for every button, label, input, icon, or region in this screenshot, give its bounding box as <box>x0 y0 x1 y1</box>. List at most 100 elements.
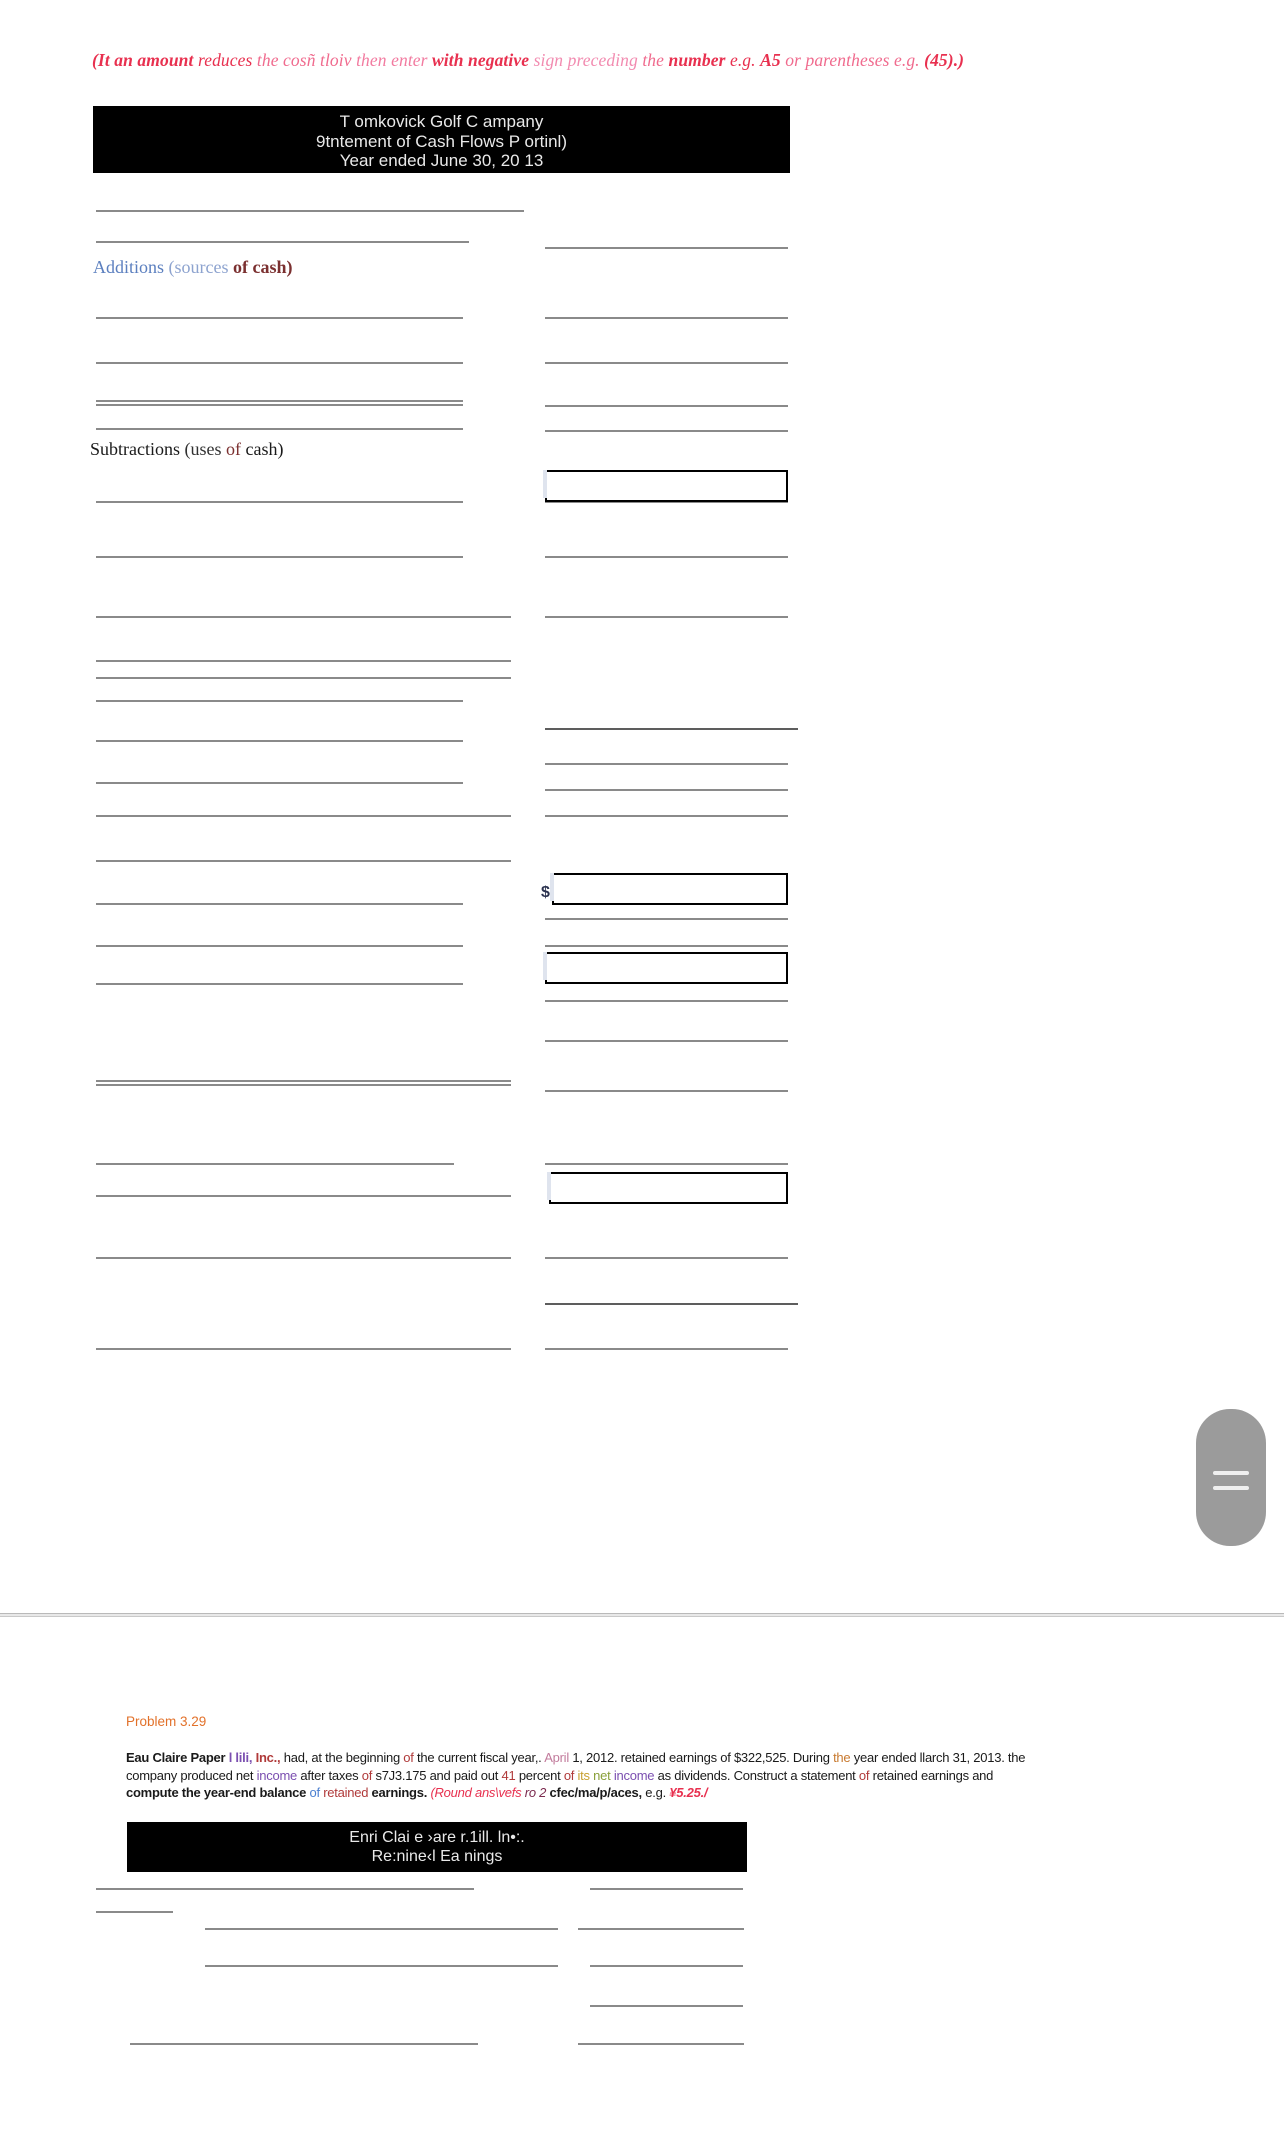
answer-rule-line[interactable] <box>96 983 463 985</box>
drag-handle-bar-bottom <box>1213 1486 1249 1490</box>
answer-rule-line[interactable] <box>96 660 511 662</box>
answer-rule-line[interactable] <box>590 1965 743 1967</box>
answer-rule-line[interactable] <box>545 247 788 249</box>
answer-rule-line[interactable] <box>96 400 463 406</box>
answer-rule-line[interactable] <box>96 815 511 817</box>
worksheet-page-bottom <box>0 1616 1284 2151</box>
text-run-11: income <box>613 1767 658 1783</box>
answer-rule-line[interactable] <box>545 728 798 730</box>
answer-rule-line[interactable] <box>96 317 463 319</box>
statement-title-line-1: T omkovick Golf C ampany <box>339 112 544 131</box>
text-run-1: l lili, <box>228 1750 256 1765</box>
drag-handle-bar-top <box>1213 1471 1249 1475</box>
answer-rule-line[interactable] <box>96 1888 474 1890</box>
answer-rule-line[interactable] <box>545 1257 788 1259</box>
answer-rule-line[interactable] <box>96 740 463 742</box>
answer-rule-line[interactable] <box>96 700 463 702</box>
text-run-2: the cosñ tloiv <box>256 50 357 70</box>
answer-rule-line[interactable] <box>545 1303 798 1305</box>
answer-rule-line[interactable] <box>545 945 788 947</box>
answer-rule-line[interactable] <box>545 405 788 407</box>
problem-line-3: compute the year-end balance of retained… <box>126 1784 1186 1802</box>
answer-rule-line[interactable] <box>96 1257 511 1259</box>
answer-rule-line[interactable] <box>590 1888 743 1890</box>
floating-drag-handle[interactable] <box>1196 1409 1266 1546</box>
text-run-2: Inc., <box>255 1750 284 1765</box>
entry-box-2[interactable] <box>550 873 788 905</box>
answer-rule-line[interactable] <box>96 1195 511 1197</box>
answer-rule-line[interactable] <box>545 918 788 920</box>
problem-line-1: Eau Claire Paper l lili, Inc., had, at t… <box>126 1749 1186 1767</box>
text-run-10: or parentheses e.g. <box>785 50 925 70</box>
answer-rule-line[interactable] <box>545 763 788 765</box>
answer-rule-line[interactable] <box>96 501 463 503</box>
answer-rule-line[interactable] <box>96 945 463 947</box>
text-run-5: sign preceding <box>533 50 643 70</box>
answer-rule-line[interactable] <box>545 789 788 791</box>
text-run-6: the <box>642 50 669 70</box>
text-run-3: had, at the beginning <box>283 1750 404 1765</box>
answer-rule-line[interactable] <box>578 2043 744 2045</box>
answer-rule-line[interactable] <box>96 677 511 679</box>
statement-title-line-3: Year ended June 30, 20 13 <box>339 151 544 170</box>
answer-rule-line[interactable] <box>96 428 463 430</box>
answer-rule-line[interactable] <box>130 2043 478 2045</box>
text-run-5: ro 2 <box>524 1785 550 1800</box>
answer-rule-line[interactable] <box>96 556 463 558</box>
text-run-9: its <box>577 1767 594 1783</box>
answer-rule-line[interactable] <box>545 317 788 319</box>
statement-title-line-2: 9tntement of Cash Flows P ortinl) <box>315 131 567 151</box>
text-run-3: cash) <box>245 439 284 459</box>
answer-rule-line[interactable] <box>545 362 788 364</box>
entry-box-3[interactable] <box>543 952 788 984</box>
text-run-1: (sources <box>168 257 233 277</box>
section-label-subtractions: Subtractions (uses of cash) <box>90 439 283 460</box>
answer-rule-line[interactable] <box>205 1928 558 1930</box>
text-run-13: of <box>858 1767 873 1783</box>
text-run-8: ¥5.25./ <box>669 1785 708 1800</box>
answer-rule-line[interactable] <box>96 782 463 784</box>
text-run-0: Additions <box>93 257 169 277</box>
text-run-7: percent <box>518 1767 564 1783</box>
answer-rule-line[interactable] <box>96 860 511 862</box>
answer-rule-line[interactable] <box>96 616 511 618</box>
entry-box-4[interactable] <box>547 1172 788 1204</box>
answer-rule-line[interactable] <box>205 1965 558 1967</box>
answer-rule-line[interactable] <box>545 1040 788 1042</box>
text-run-4: s7J3.175 <box>375 1767 430 1783</box>
answer-rule-line[interactable] <box>545 1090 788 1092</box>
section-label-additions: Additions (sources of cash) <box>93 257 293 278</box>
answer-rule-line[interactable] <box>545 815 788 817</box>
text-run-6: 41 <box>501 1767 519 1783</box>
answer-rule-line[interactable] <box>545 1348 788 1350</box>
answer-rule-line[interactable] <box>545 1000 788 1002</box>
answer-rule-line[interactable] <box>96 362 463 364</box>
text-run-2: of <box>226 439 246 459</box>
statement2-title-line-2: Re:nine‹l Ea nings <box>371 1848 503 1865</box>
text-run-9: A5 <box>760 50 786 70</box>
text-run-1: (uses <box>184 439 226 459</box>
text-run-2: of cash) <box>233 257 293 277</box>
text-run-1: income <box>256 1767 301 1783</box>
text-run-7: e.g. <box>645 1785 670 1800</box>
text-run-11: (45).) <box>924 50 965 70</box>
answer-rule-line[interactable] <box>96 1080 511 1086</box>
answer-rule-line[interactable] <box>96 1348 511 1350</box>
answer-rule-line[interactable] <box>96 1163 454 1165</box>
text-run-9: the <box>833 1750 854 1765</box>
answer-rule-line[interactable] <box>96 903 463 905</box>
answer-rule-line[interactable] <box>96 241 469 243</box>
answer-rule-line[interactable] <box>590 2005 743 2007</box>
text-run-10: year ended llarch 31, 2013. the <box>853 1750 1026 1765</box>
answer-rule-line[interactable] <box>578 1928 744 1930</box>
text-run-3: then enter <box>356 50 433 70</box>
answer-rule-line[interactable] <box>545 616 788 618</box>
answer-rule-line[interactable] <box>545 430 788 432</box>
answer-rule-line[interactable] <box>96 210 524 212</box>
text-run-8: $322,525. During <box>733 1750 834 1765</box>
text-run-4: (Round ans\vefs <box>430 1785 525 1800</box>
entry-box-1[interactable] <box>543 470 788 502</box>
answer-rule-line[interactable] <box>96 1911 173 1913</box>
answer-rule-line[interactable] <box>545 1163 788 1165</box>
answer-rule-line[interactable] <box>545 556 788 558</box>
